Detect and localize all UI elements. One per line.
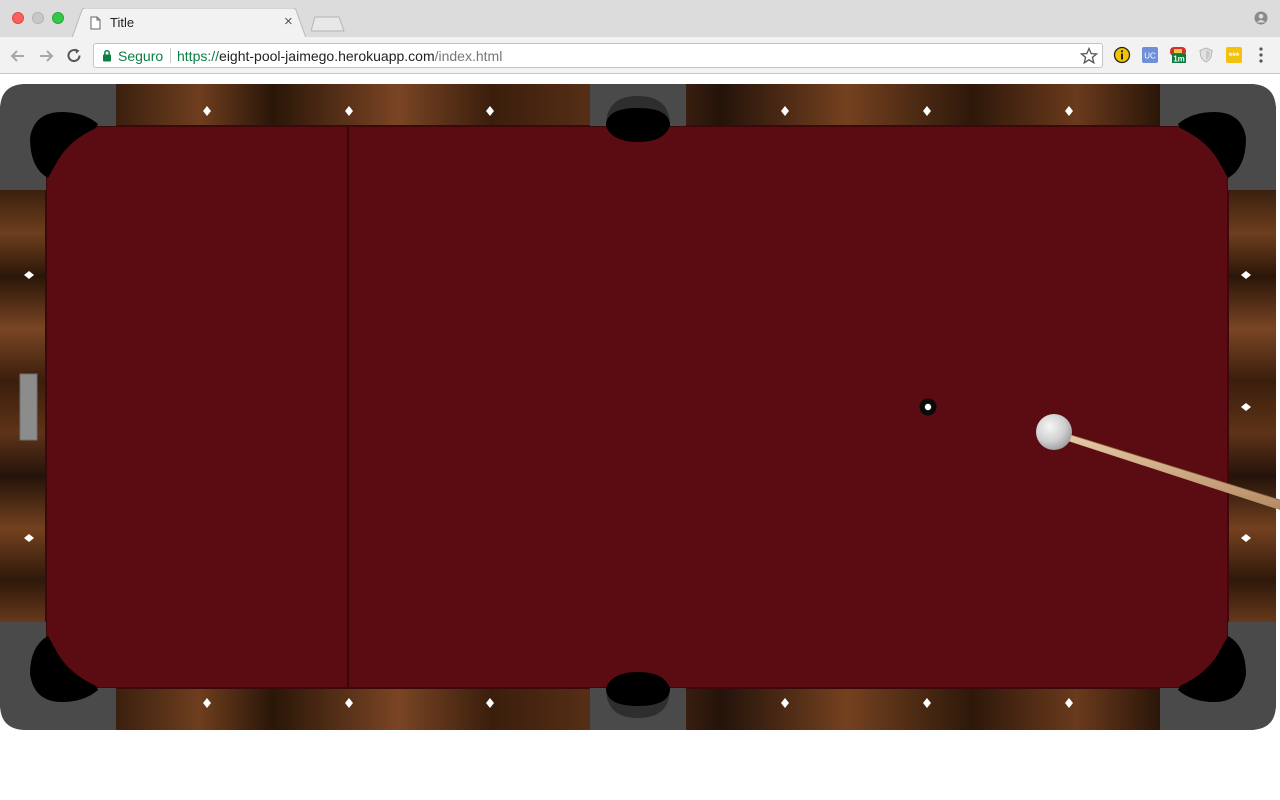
url-path: /index.html <box>434 48 503 64</box>
url-host: eight-pool-jaimego.herokuapp.com <box>219 48 435 64</box>
lock-icon <box>103 49 111 62</box>
tab-close-icon[interactable]: × <box>284 13 293 30</box>
table-felt[interactable] <box>46 126 1228 688</box>
password-icon-label: *** <box>1229 51 1240 61</box>
info-icon[interactable] <box>1113 46 1131 64</box>
tab-active[interactable]: Title × <box>72 8 306 38</box>
shield-icon[interactable] <box>1197 46 1215 64</box>
timer-badge-label: 1m <box>1173 55 1185 64</box>
reload-icon[interactable] <box>64 46 84 66</box>
url-scheme: https:// <box>177 48 220 64</box>
browser-titlebar: Title × <box>0 0 1280 38</box>
bookmark-star-icon[interactable] <box>1080 47 1098 65</box>
minimize-window-button[interactable] <box>32 12 44 24</box>
uc-icon[interactable]: UC <box>1141 46 1159 64</box>
tab-title: Title <box>110 15 135 30</box>
profile-icon[interactable] <box>1254 11 1268 25</box>
browser-toolbar: Seguro https://eight-pool-jaimego.heroku… <box>0 37 1280 74</box>
uc-icon-label: UC <box>1144 52 1156 61</box>
cue-ball[interactable] <box>1036 414 1072 450</box>
tab-shape <box>72 8 306 38</box>
page-icon <box>90 16 101 30</box>
close-window-button[interactable] <box>12 12 24 24</box>
address-separator <box>170 48 171 63</box>
eight-ball <box>919 398 937 416</box>
power-meter[interactable] <box>19 373 38 441</box>
timer-badge-icon[interactable]: 1m <box>1169 46 1187 64</box>
url-text[interactable]: https://eight-pool-jaimego.herokuapp.com… <box>177 48 502 64</box>
maximize-window-button[interactable] <box>52 12 64 24</box>
forward-arrow-icon[interactable] <box>36 46 56 66</box>
menu-dots-icon[interactable] <box>1257 46 1265 64</box>
password-icon[interactable]: *** <box>1225 46 1243 64</box>
address-bar[interactable]: Seguro https://eight-pool-jaimego.heroku… <box>93 43 1103 68</box>
secure-label: Seguro <box>118 48 164 64</box>
new-tab-button[interactable] <box>311 16 345 32</box>
right-rail <box>1228 190 1276 624</box>
back-arrow-icon[interactable] <box>8 46 28 66</box>
pool-table[interactable] <box>0 0 1280 800</box>
